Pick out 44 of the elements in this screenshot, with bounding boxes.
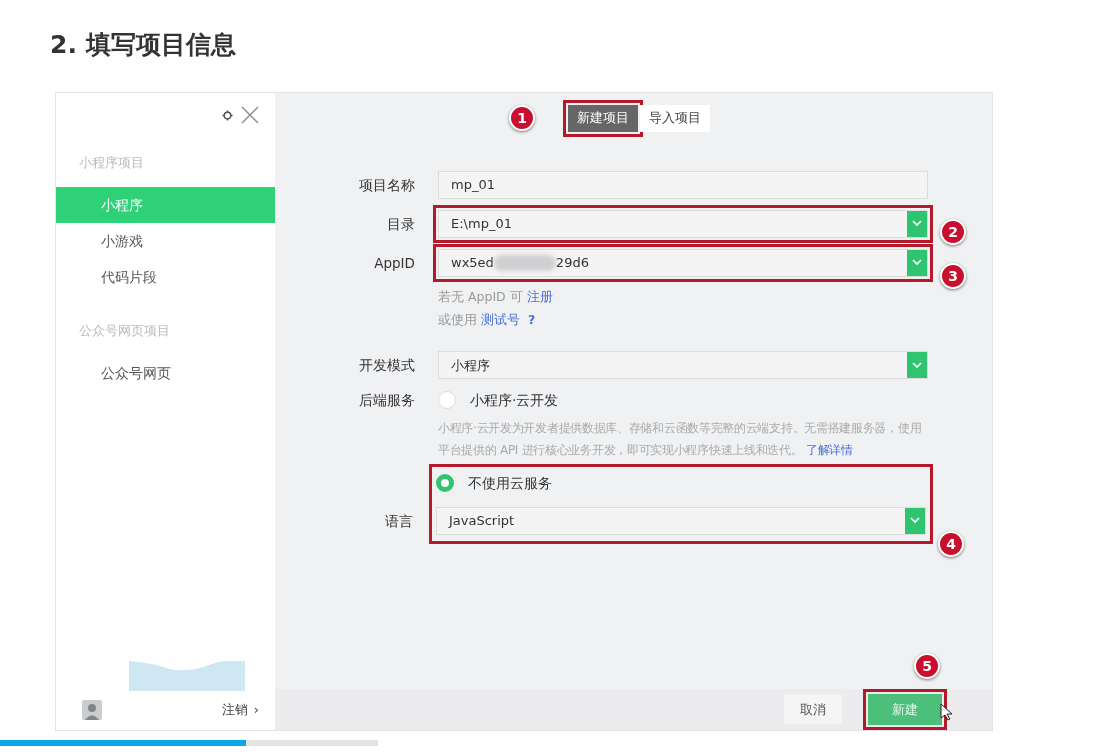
field-label: 项目名称 bbox=[358, 175, 415, 195]
settings-icon[interactable] bbox=[222, 109, 233, 121]
chevron-down-icon[interactable] bbox=[905, 507, 925, 534]
radio-label: 小程序·云开发 bbox=[470, 391, 559, 411]
chevron-right-text: › bbox=[253, 700, 259, 719]
field-label: AppID bbox=[373, 253, 415, 273]
learn-more-link[interactable]: 了解详情 bbox=[805, 442, 853, 457]
field-label: 目录 bbox=[386, 214, 415, 234]
help-link[interactable]: ? bbox=[528, 311, 536, 327]
radio-button[interactable] bbox=[436, 473, 454, 492]
step-number-badge: 4 bbox=[938, 531, 964, 557]
field-label: 后端服务 bbox=[358, 391, 415, 411]
field-label: 开发模式 bbox=[358, 356, 415, 376]
radio-label: 不使用云服务 bbox=[468, 473, 552, 493]
hint-text: 或使用 bbox=[438, 311, 478, 327]
input-field[interactable]: mp_01 bbox=[438, 170, 928, 199]
tab[interactable]: 导入项目 bbox=[639, 105, 710, 132]
slide-title: 2. 填写项目信息 bbox=[50, 29, 237, 61]
sidebar-item[interactable]: 公众号网页 bbox=[56, 354, 275, 391]
link[interactable]: 测试号 bbox=[481, 311, 520, 327]
cancel-button[interactable]: 取消 bbox=[784, 694, 842, 725]
hint-text: 若无 AppID 可 bbox=[438, 288, 524, 304]
field-value: 29d6 bbox=[555, 254, 589, 272]
sidebar-item[interactable]: 小游戏 bbox=[56, 222, 275, 259]
field-label: 语言 bbox=[384, 511, 413, 531]
dropdown-field[interactable]: JavaScript bbox=[436, 506, 926, 535]
link[interactable]: 注册 bbox=[526, 288, 553, 304]
chevron-down-icon[interactable] bbox=[907, 352, 927, 379]
section-heading: 小程序项目 bbox=[78, 154, 145, 172]
logout-link[interactable]: 注销 bbox=[221, 699, 248, 720]
step-number-badge: 2 bbox=[940, 219, 966, 245]
avatar-icon bbox=[82, 699, 102, 720]
dropdown-field[interactable]: 小程序 bbox=[438, 351, 928, 380]
section-heading: 公众号网页项目 bbox=[78, 322, 171, 341]
sidebar-item[interactable]: 代码片段 bbox=[56, 259, 275, 296]
chevron-down-icon[interactable] bbox=[907, 249, 927, 276]
close-icon[interactable] bbox=[241, 106, 259, 124]
radio-button[interactable] bbox=[438, 391, 456, 410]
step-number-badge: 3 bbox=[940, 263, 966, 289]
step-number-badge: 1 bbox=[509, 105, 535, 131]
field-value: wx5ed bbox=[451, 254, 494, 272]
progress-track[interactable] bbox=[0, 740, 378, 746]
chevron-down-icon[interactable] bbox=[907, 210, 927, 237]
cursor-icon bbox=[940, 703, 952, 721]
